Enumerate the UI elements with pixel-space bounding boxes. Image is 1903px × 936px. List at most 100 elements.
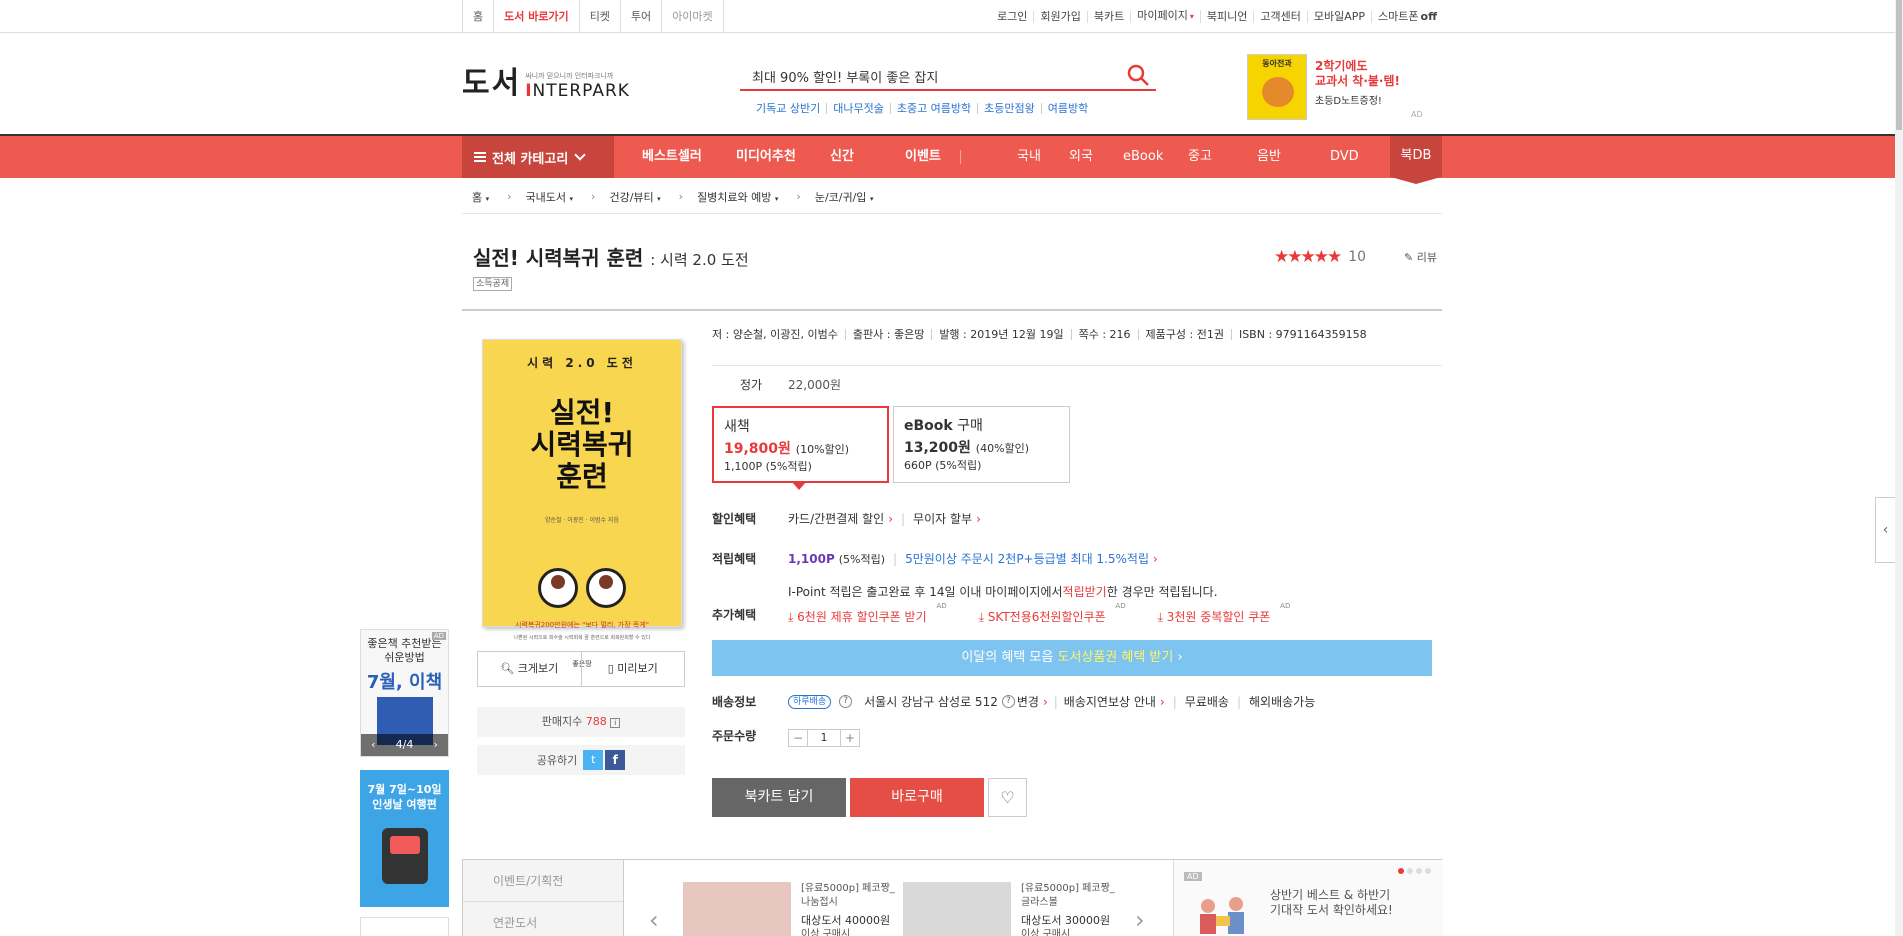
menu-events[interactable]: 이벤트 <box>905 136 941 178</box>
minus-icon[interactable]: − <box>789 730 807 746</box>
all-categories-button[interactable]: 전체 카테고리 <box>462 136 614 178</box>
menu-domestic[interactable]: 국내 <box>1017 136 1041 178</box>
event-item[interactable]: [유료5000p] 페코짱_ 나눔접시 대상도서 40000원 이상 구매시 <box>683 882 895 936</box>
event-item-line4: 이상 구매시 <box>1021 929 1071 936</box>
extra-point-link[interactable]: 5만원이상 주문시 2천P+등급별 최대 1.5%적립 › <box>905 550 1158 567</box>
keyword-link[interactable]: 기독교 상반기 <box>750 103 828 114</box>
login-link[interactable]: 로그인 <box>991 10 1035 23</box>
left-banner-travel[interactable]: 7월 7일~10일 인생날 여행편 <box>360 770 449 907</box>
meta-publisher[interactable]: 출판사 : 좋은땅 <box>846 329 933 340</box>
right-side-panel-toggle[interactable]: ‹ <box>1875 497 1895 563</box>
tab-events[interactable]: 이벤트/기획전 <box>463 860 623 902</box>
interpark-brand: INTERPARK <box>525 81 630 101</box>
breadcrumb-eye[interactable]: 눈/코/귀/입 ▾ <box>815 189 874 205</box>
ebook-option[interactable]: eBook 구매 13,200원 (40%할인) 660P (5%적립) <box>893 406 1070 483</box>
delay-compensation-link[interactable]: 배송지연보상 안내 › <box>1064 693 1165 710</box>
carousel-dot[interactable] <box>1416 868 1422 874</box>
info-icon[interactable]: i <box>610 718 621 728</box>
tab-related-books[interactable]: 연관도서 <box>463 902 623 936</box>
breadcrumb-disease-label: 질병치료와 예방 <box>697 190 772 204</box>
preview-button[interactable]: ▯ 미리보기 <box>582 652 685 686</box>
menu-music[interactable]: 음반 <box>1257 136 1281 178</box>
twitter-icon[interactable]: t <box>583 750 604 770</box>
help-icon[interactable]: ? <box>1001 695 1015 708</box>
header-ad-banner[interactable]: 동아전과 2학기에도 교과서 착·붙·템! 초등D노트증정! AD <box>1247 54 1427 120</box>
bottom-ad-text: 상반기 베스트 & 하반기 기대작 도서 확인하세요! <box>1270 888 1393 918</box>
breadcrumb-home[interactable]: 홈 ▾ <box>472 189 489 205</box>
books-logo[interactable]: 도서 싸니까 믿으니까 인터파크니까 INTERPARK <box>462 67 630 102</box>
breadcrumb-domestic[interactable]: 국내도서 ▾ <box>526 189 574 205</box>
menu-media-recommend[interactable]: 미디어추천 <box>736 136 796 178</box>
carousel-dot[interactable] <box>1407 868 1413 874</box>
bookcart-link[interactable]: 북카트 <box>1088 10 1132 23</box>
chevron-right-icon[interactable]: › <box>1135 906 1145 934</box>
coupon-link[interactable]: ⤓ 6천원 제휴 할인쿠폰 받기 AD <box>788 602 947 625</box>
menu-used[interactable]: 중고 <box>1188 136 1212 178</box>
left-banner-recommend[interactable]: 좋은책 추천받는 쉬운방법 7월, 이책 AD ‹ 4/4 › <box>360 629 449 757</box>
bookpinion-link[interactable]: 북피니언 <box>1201 10 1255 23</box>
change-address-link[interactable]: 변경 › <box>1017 693 1048 710</box>
chevron-left-icon[interactable]: ‹ <box>649 906 659 934</box>
wishlist-button[interactable]: ♡ <box>988 778 1027 817</box>
smartphone-link[interactable]: 스마트폰 off <box>1372 10 1443 23</box>
menu-bestseller[interactable]: 베스트셀러 <box>642 136 702 178</box>
keyword-link[interactable]: 초등만점왕 <box>978 103 1042 114</box>
menu-foreign[interactable]: 외국 <box>1069 136 1093 178</box>
book-cover-image[interactable]: 시력 2.0 도전 실전! 시력복귀 훈련 양순철 · 이광진 · 이범수 지음… <box>482 339 682 668</box>
chevron-right-icon[interactable]: › <box>434 734 438 756</box>
nav-tour-link[interactable]: 투어 <box>619 0 661 33</box>
coupon-link[interactable]: ⤓ SKT전용6천원할인쿠폰 AD <box>979 602 1126 625</box>
mobile-app-link[interactable]: 모바일APP <box>1308 10 1373 23</box>
keyword-link[interactable]: 여름방학 <box>1042 103 1094 114</box>
bottom-ad-banner[interactable]: AD 상반기 베스트 & 하반기 기대작 도서 확인하세요! <box>1173 860 1443 936</box>
ipoint-note-b[interactable]: 적립받기 <box>1063 583 1107 600</box>
nav-imarket-link[interactable]: 아이마켓 <box>661 0 724 33</box>
carousel-dot[interactable] <box>1425 868 1431 874</box>
cover-title-line2: 시력복귀 <box>530 428 634 461</box>
mypage-link[interactable]: 마이페이지 ▾ <box>1131 10 1201 23</box>
scrollbar[interactable] <box>1895 0 1903 936</box>
chevron-left-icon[interactable]: ‹ <box>371 734 375 756</box>
monthly-benefit-banner[interactable]: 이달의 혜택 모음 도서상품권 혜택 받기 › <box>712 640 1432 676</box>
carousel-dot[interactable] <box>1398 868 1404 874</box>
nav-ticket-link[interactable]: 티켓 <box>578 0 620 33</box>
keyword-link[interactable]: 대나무젓술 <box>827 103 891 114</box>
rating[interactable]: ★★★★★ 10 <box>1274 247 1366 267</box>
plus-icon[interactable]: + <box>841 730 859 746</box>
new-book-option[interactable]: 새책 19,800원 (10%할인) 1,100P (5%적립) <box>712 406 889 490</box>
help-icon[interactable]: ? <box>839 695 853 708</box>
add-to-cart-button[interactable]: 북카트 담기 <box>712 778 846 817</box>
keyword-link[interactable]: 초중고 여름방학 <box>891 103 979 114</box>
search-input[interactable]: 최대 90% 할인! 부록이 좋은 잡지 <box>752 67 938 86</box>
buy-now-button[interactable]: 바로구매 <box>850 778 984 817</box>
menu-ebook[interactable]: eBook <box>1123 136 1163 178</box>
scrollbar-thumb[interactable] <box>1896 0 1902 130</box>
review-link[interactable]: ✎ 리뷰 <box>1404 249 1437 265</box>
divider: | <box>893 551 898 566</box>
installment-link[interactable]: 무이자 할부 › <box>913 510 981 527</box>
customer-center-link[interactable]: 고객센터 <box>1254 10 1308 23</box>
nav-home-link[interactable]: 홈 <box>462 0 493 33</box>
menu-dvd[interactable]: DVD <box>1330 136 1359 178</box>
nav-books-link[interactable]: 도서 바로가기 <box>493 0 579 33</box>
coupon-link[interactable]: ⤓ 3천원 중복할인 쿠폰 AD <box>1158 602 1291 625</box>
zoom-button[interactable]: 🔍︎ 크게보기 <box>478 652 582 686</box>
breadcrumb-disease[interactable]: 질병치료와 예방 ▾ <box>697 189 778 205</box>
meta-author[interactable]: 저 : 양순철, 이광진, 이범수 <box>712 329 846 340</box>
list-price-label: 정가 <box>740 378 763 392</box>
interpark-brand-i: I <box>525 81 533 101</box>
card-discount-link[interactable]: 카드/간편결제 할인 › <box>788 510 893 527</box>
facebook-icon[interactable]: f <box>605 750 626 770</box>
event-item[interactable]: [유료5000p] 페코짱_ 글라스볼 대상도서 30000원 이상 구매시 <box>903 882 1115 936</box>
signup-link[interactable]: 회원가입 <box>1034 10 1088 23</box>
ebook-price: 13,200원 <box>904 440 971 456</box>
search-box[interactable]: 최대 90% 할인! 부록이 좋은 잡지 <box>740 61 1156 91</box>
breadcrumb-health[interactable]: 건강/뷰티 ▾ <box>609 189 660 205</box>
robot-illustration <box>381 828 428 884</box>
header: 도서 싸니까 믿으니까 인터파크니까 INTERPARK 최대 90% 할인! … <box>0 33 1895 131</box>
quantity-input[interactable]: 1 <box>807 730 841 746</box>
menu-new-books[interactable]: 신간 <box>830 136 854 178</box>
search-icon[interactable] <box>1126 63 1150 90</box>
cover-tagline: 시력복귀200만원에는 "보다 멀리, 가장 똑게" <box>515 621 649 629</box>
bookdb-tab[interactable]: 북DB <box>1390 136 1442 184</box>
